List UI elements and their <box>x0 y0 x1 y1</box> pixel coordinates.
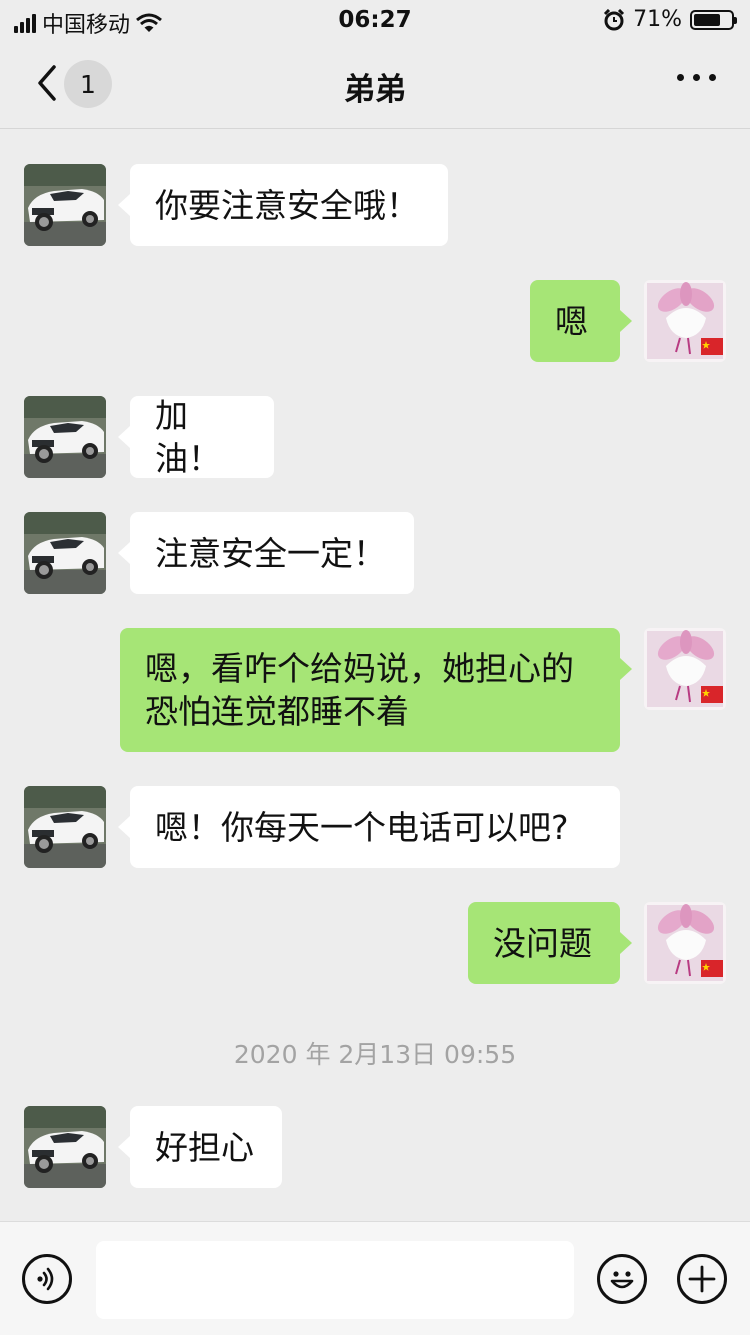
battery-icon <box>690 9 737 30</box>
message-input[interactable] <box>96 1241 574 1319</box>
chat-title: 弟弟 <box>344 72 406 108</box>
contact-avatar[interactable] <box>24 396 106 478</box>
contact-avatar[interactable] <box>24 512 106 594</box>
more-dots-icon <box>677 74 684 81</box>
contact-avatar[interactable] <box>24 786 106 868</box>
add-button[interactable] <box>677 1254 727 1304</box>
message-row: 没问题 <box>0 902 750 984</box>
message-row: 嗯 <box>0 280 750 362</box>
message-line: 嗯，看咋个给妈说，她担心的 <box>145 649 574 688</box>
message-timestamp: 2020 年 2月13日 09:55 <box>233 1040 517 1069</box>
voice-icon <box>37 1267 54 1291</box>
outgoing-message[interactable]: 嗯 <box>530 280 632 362</box>
message-list[interactable]: 你要注意安全哦！ 嗯 加油！ 注意安全一定！ 嗯，看咋个给妈说，她担心的 恐怕连… <box>0 129 750 1221</box>
status-bar: 中国移动 06:27 71% <box>0 0 750 40</box>
more-button[interactable] <box>677 74 716 81</box>
status-right: 71% <box>603 7 737 32</box>
my-avatar[interactable] <box>644 280 726 362</box>
message-row: 你要注意安全哦！ <box>0 164 750 246</box>
battery-percent: 71% <box>633 7 682 32</box>
alarm-icon <box>604 8 625 30</box>
chat-header: 1 弟弟 <box>0 40 750 129</box>
incoming-message[interactable]: 嗯！你每天一个电话可以吧? <box>118 786 620 868</box>
incoming-message[interactable]: 好担心 <box>118 1106 282 1188</box>
incoming-message[interactable]: 加油！ <box>118 396 274 478</box>
message-row: 加油！ <box>0 396 750 478</box>
message-row: 嗯！你每天一个电话可以吧? <box>0 786 750 868</box>
incoming-message[interactable]: 注意安全一定！ <box>118 512 414 594</box>
message-line: 恐怕连觉都睡不着 <box>145 692 409 731</box>
contact-avatar[interactable] <box>24 1106 106 1188</box>
message-row: 嗯，看咋个给妈说，她担心的 恐怕连觉都睡不着 <box>0 628 750 752</box>
message-row: 好担心 <box>0 1106 750 1188</box>
message-row: 注意安全一定！ <box>0 512 750 594</box>
my-avatar[interactable] <box>644 628 726 710</box>
plus-icon <box>688 1265 716 1293</box>
incoming-message[interactable]: 你要注意安全哦！ <box>118 164 448 246</box>
input-bar <box>0 1221 750 1335</box>
emoji-icon <box>610 1271 634 1289</box>
emoji-button[interactable] <box>597 1254 647 1304</box>
voice-button[interactable] <box>22 1254 72 1304</box>
my-avatar[interactable] <box>644 902 726 984</box>
outgoing-message[interactable]: 没问题 <box>468 902 632 984</box>
contact-avatar[interactable] <box>24 164 106 246</box>
outgoing-message[interactable]: 嗯，看咋个给妈说，她担心的 恐怕连觉都睡不着 <box>120 628 632 752</box>
